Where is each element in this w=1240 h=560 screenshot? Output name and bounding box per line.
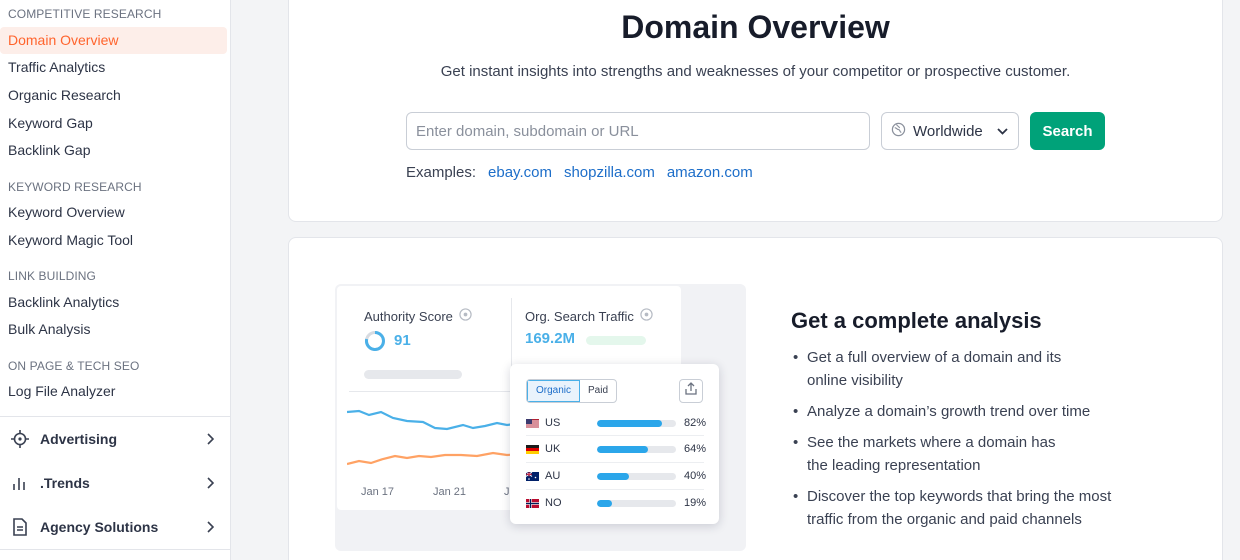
org-search-traffic-label: Org. Search Traffic — [525, 308, 634, 324]
sidebar-item-keyword-overview[interactable]: Keyword Overview — [0, 199, 227, 226]
crosshair-icon — [0, 430, 40, 448]
country-row-au: AU 40% — [525, 463, 706, 489]
sidebar-item-bulk-analysis[interactable]: Bulk Analysis — [0, 316, 227, 343]
sidebar-group-agency-solutions[interactable]: Agency Solutions — [0, 507, 230, 547]
axis-label: J — [504, 486, 510, 498]
analysis-illustration: Authority Score 91 Org. Search Traffic 1… — [335, 284, 746, 551]
examples-label: Examples: — [406, 164, 477, 181]
traffic-trend-chart — [347, 409, 522, 466]
feature-item: Get a full overview of a domain and its … — [791, 346, 1191, 392]
sidebar-group-trends[interactable]: .Trends — [0, 463, 230, 503]
org-search-traffic-metric: Org. Search Traffic — [525, 308, 653, 324]
tab-organic[interactable]: Organic — [527, 380, 581, 402]
search-card: Domain Overview Get instant insights int… — [288, 0, 1223, 222]
section-title-link-building: LINK BUILDING — [8, 269, 96, 283]
placeholder-bar — [364, 370, 462, 379]
sidebar-item-organic-research[interactable]: Organic Research — [0, 82, 227, 109]
country-code: UK — [545, 443, 561, 455]
country-code: NO — [545, 497, 562, 509]
country-percent: 64% — [683, 443, 706, 455]
country-row-uk: UK 64% — [526, 436, 706, 462]
example-link-shopzilla[interactable]: shopzilla.com — [564, 164, 655, 181]
features-list: Get a full overview of a domain and its … — [791, 346, 1191, 539]
region-select-value: Worldwide — [913, 122, 983, 140]
domain-search-input[interactable] — [406, 112, 870, 150]
globe-icon — [891, 122, 906, 141]
traffic-type-toggle: Organic Paid — [526, 379, 618, 403]
info-icon — [459, 308, 472, 324]
share-bar-fill — [597, 499, 612, 507]
germany-flag-icon — [526, 444, 539, 454]
chevron-right-icon — [190, 521, 230, 533]
sidebar-group-label: Advertising — [40, 431, 118, 447]
sidebar-group-label: Agency Solutions — [40, 519, 159, 535]
feature-item: Discover the top keywords that bring the… — [791, 485, 1191, 531]
organic-trend-line — [347, 409, 522, 431]
share-bar-fill — [597, 472, 629, 480]
traffic-trend-placeholder — [586, 336, 646, 345]
paid-trend-line — [347, 451, 522, 466]
country-row-us: US 82% — [526, 410, 706, 436]
examples-row: Examples: ebay.com shopzilla.com amazon.… — [406, 164, 753, 181]
section-title-on-page-tech-seo: ON PAGE & TECH SEO — [8, 359, 140, 373]
example-link-amazon[interactable]: amazon.com — [667, 164, 753, 181]
share-bar-track — [597, 472, 676, 480]
share-bar-fill — [597, 445, 648, 453]
sidebar-divider — [0, 549, 230, 550]
share-bar-track — [597, 499, 676, 507]
axis-label: Jan 21 — [433, 486, 467, 498]
authority-score-label: Authority Score — [364, 308, 453, 324]
sidebar-item-domain-overview[interactable]: Domain Overview — [0, 27, 227, 54]
country-code: AU — [545, 470, 561, 482]
country-code: US — [545, 417, 561, 429]
features-title: Get a complete analysis — [791, 308, 1042, 333]
country-percent: 82% — [683, 417, 706, 429]
sidebar-item-keyword-gap[interactable]: Keyword Gap — [0, 110, 227, 137]
tab-paid[interactable]: Paid — [580, 380, 616, 402]
country-percent: 40% — [683, 470, 706, 482]
example-link-ebay[interactable]: ebay.com — [488, 164, 552, 181]
chevron-right-icon — [190, 433, 230, 445]
page-subtitle: Get instant insights into strengths and … — [440, 63, 1071, 80]
document-icon — [0, 518, 40, 536]
feature-item: See the markets where a domain has the l… — [791, 431, 1191, 477]
sidebar-group-advertising[interactable]: Advertising — [0, 419, 230, 459]
australia-flag-icon — [525, 471, 539, 481]
org-search-traffic-value: 169.2M — [525, 330, 576, 347]
sidebar-item-log-file-analyzer[interactable]: Log File Analyzer — [0, 378, 227, 405]
search-button[interactable]: Search — [1030, 112, 1105, 150]
share-bar-fill — [597, 419, 662, 427]
feature-item: Analyze a domain’s growth trend over tim… — [791, 400, 1191, 423]
section-title-competitive-research: COMPETITIVE RESEARCH — [8, 7, 162, 21]
feature-card: Authority Score 91 Org. Search Traffic 1… — [288, 237, 1223, 560]
authority-ring-icon — [364, 330, 386, 357]
authority-score-value: 91 — [394, 332, 411, 349]
sidebar-item-backlink-analytics[interactable]: Backlink Analytics — [0, 289, 227, 316]
sidebar-item-traffic-analytics[interactable]: Traffic Analytics — [0, 54, 227, 81]
region-select[interactable]: Worldwide — [881, 112, 1019, 150]
country-percent: 19% — [683, 497, 706, 509]
sidebar-item-backlink-gap[interactable]: Backlink Gap — [0, 137, 227, 164]
share-bar-track — [597, 419, 676, 427]
axis-label: Jan 17 — [361, 486, 395, 498]
sidebar-item-keyword-magic-tool[interactable]: Keyword Magic Tool — [0, 227, 227, 254]
chevron-right-icon — [190, 477, 230, 489]
chevron-down-icon — [997, 127, 1008, 135]
country-row-no: NO 19% — [526, 490, 706, 516]
sidebar: COMPETITIVE RESEARCH Domain Overview Tra… — [0, 0, 231, 560]
share-bar-track — [597, 445, 676, 453]
authority-score-metric: Authority Score — [364, 308, 472, 324]
sidebar-divider — [0, 416, 230, 417]
section-title-keyword-research: KEYWORD RESEARCH — [8, 180, 142, 194]
info-icon — [640, 308, 653, 324]
norway-flag-icon — [526, 498, 539, 508]
country-distribution-popup: Organic Paid US 82% UK 64% AU 40% NO 19% — [510, 364, 719, 524]
us-flag-icon — [526, 418, 539, 428]
bar-chart-icon — [0, 475, 40, 491]
upload-icon — [685, 382, 697, 400]
page-title: Domain Overview — [621, 9, 890, 45]
export-button[interactable] — [679, 379, 703, 403]
sidebar-group-label: .Trends — [40, 475, 90, 491]
